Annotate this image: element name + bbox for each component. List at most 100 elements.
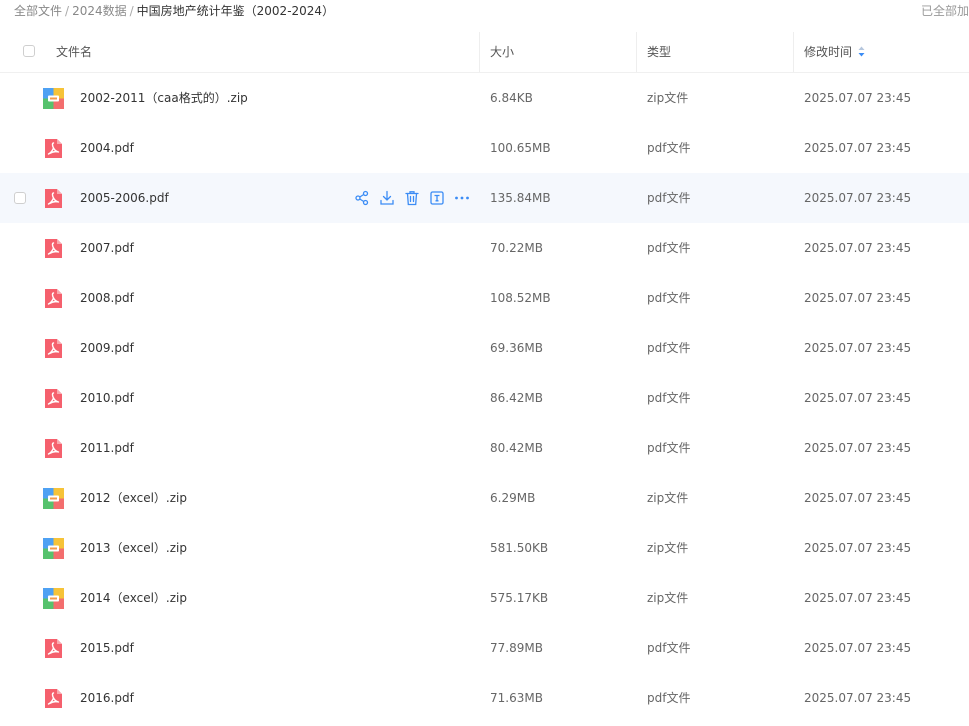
file-size: 575.17KB (490, 591, 549, 605)
file-modified-time: 2025.07.07 23:45 (804, 541, 912, 555)
column-divider (793, 32, 794, 72)
file-list: 2002-2011（caa格式的）.zip 6.84KB zip文件 2025.07.… (0, 73, 969, 723)
zip-file-icon (43, 488, 64, 509)
pdf-file-icon (43, 638, 64, 659)
file-type: zip文件 (647, 491, 689, 505)
zip-file-icon (43, 88, 64, 109)
file-name[interactable]: 2009.pdf (80, 323, 134, 373)
pdf-file-icon (43, 238, 64, 259)
file-name[interactable]: 2015.pdf (80, 623, 134, 673)
file-modified-time: 2025.07.07 23:45 (804, 241, 912, 255)
file-modified-time: 2025.07.07 23:45 (804, 341, 912, 355)
file-type: zip文件 (647, 91, 689, 105)
file-size: 6.84KB (490, 91, 533, 105)
file-name[interactable]: 2007.pdf (80, 223, 134, 273)
pdf-file-icon (43, 388, 64, 409)
pdf-file-icon (43, 288, 64, 309)
file-modified-time: 2025.07.07 23:45 (804, 641, 912, 655)
file-type: pdf文件 (647, 441, 691, 455)
breadcrumb-current-folder: 中国房地产统计年鉴（2002-2024） (136, 4, 335, 18)
file-name[interactable]: 2010.pdf (80, 373, 134, 423)
column-header-type[interactable]: 类型 (647, 32, 671, 72)
file-size: 6.29MB (490, 491, 536, 505)
file-size: 70.22MB (490, 241, 543, 255)
load-status-text: 已全部加 (920, 4, 969, 18)
file-size: 135.84MB (490, 191, 551, 205)
select-all-checkbox[interactable] (23, 45, 35, 57)
file-modified-time: 2025.07.07 23:45 (804, 141, 912, 155)
file-type: pdf文件 (647, 141, 691, 155)
column-header-modified-label: 修改时间 (804, 45, 853, 59)
file-size: 108.52MB (490, 291, 551, 305)
file-table: 文件名 大小 类型 修改时间 2002-2011（caa格式的）.zip 6.84… (0, 32, 969, 723)
table-row[interactable]: 2010.pdf 86.42MB pdf文件 2025.07.07 23:45 (0, 373, 969, 423)
pdf-file-icon (43, 438, 64, 459)
file-name[interactable]: 2013（excel）.zip (80, 523, 187, 573)
column-header-modified[interactable]: 修改时间 (804, 32, 865, 72)
column-divider (479, 32, 480, 72)
table-row[interactable]: 2016.pdf 71.63MB pdf文件 2025.07.07 23:45 (0, 673, 969, 723)
breadcrumb-separator: / (129, 4, 134, 18)
row-checkbox[interactable] (14, 192, 26, 204)
zip-file-icon (43, 538, 64, 559)
file-type: pdf文件 (647, 391, 691, 405)
file-size: 100.65MB (490, 141, 551, 155)
column-header-name[interactable]: 文件名 (56, 32, 92, 72)
file-name[interactable]: 2002-2011（caa格式的）.zip (80, 73, 248, 123)
more-icon[interactable] (453, 189, 471, 207)
file-type: zip文件 (647, 541, 689, 555)
file-type: pdf文件 (647, 641, 691, 655)
breadcrumb-2024-data[interactable]: 2024数据 (72, 4, 127, 18)
breadcrumb-separator: / (65, 4, 70, 18)
share-icon[interactable] (353, 189, 371, 207)
file-name[interactable]: 2014（excel）.zip (80, 573, 187, 623)
file-name[interactable]: 2008.pdf (80, 273, 134, 323)
pdf-file-icon (43, 188, 64, 209)
table-row[interactable]: 2007.pdf 70.22MB pdf文件 2025.07.07 23:45 (0, 223, 969, 273)
table-row[interactable]: 2009.pdf 69.36MB pdf文件 2025.07.07 23:45 (0, 323, 969, 373)
file-type: pdf文件 (647, 191, 691, 205)
zip-file-icon (43, 588, 64, 609)
file-modified-time: 2025.07.07 23:45 (804, 691, 912, 705)
file-type: pdf文件 (647, 691, 691, 705)
file-name[interactable]: 2012（excel）.zip (80, 473, 187, 523)
table-row[interactable]: 2011.pdf 80.42MB pdf文件 2025.07.07 23:45 (0, 423, 969, 473)
column-divider (636, 32, 637, 72)
file-modified-time: 2025.07.07 23:45 (804, 191, 912, 205)
file-modified-time: 2025.07.07 23:45 (804, 291, 912, 305)
pdf-file-icon (43, 138, 64, 159)
file-type: pdf文件 (647, 241, 691, 255)
file-modified-time: 2025.07.07 23:45 (804, 391, 912, 405)
file-modified-time: 2025.07.07 23:45 (804, 591, 912, 605)
table-header: 文件名 大小 类型 修改时间 (0, 32, 969, 73)
table-row[interactable]: 2008.pdf 108.52MB pdf文件 2025.07.07 23:45 (0, 273, 969, 323)
table-row[interactable]: 2014（excel）.zip 575.17KB zip文件 2025.07.07 2… (0, 573, 969, 623)
file-size: 71.63MB (490, 691, 543, 705)
table-row[interactable]: 2005-2006.pdf 135.84MB pdf文件 2025.07.07 23:… (0, 173, 969, 223)
file-name[interactable]: 2005-2006.pdf (80, 173, 169, 223)
breadcrumb-all-files[interactable]: 全部文件 (14, 4, 62, 18)
file-type: pdf文件 (647, 291, 691, 305)
file-size: 86.42MB (490, 391, 543, 405)
table-row[interactable]: 2004.pdf 100.65MB pdf文件 2025.07.07 23:45 (0, 123, 969, 173)
rename-icon[interactable] (428, 189, 446, 207)
column-header-size[interactable]: 大小 (490, 32, 514, 72)
file-modified-time: 2025.07.07 23:45 (804, 91, 912, 105)
table-row[interactable]: 2015.pdf 77.89MB pdf文件 2025.07.07 23:45 (0, 623, 969, 673)
table-row[interactable]: 2013（excel）.zip 581.50KB zip文件 2025.07.07 2… (0, 523, 969, 573)
file-modified-time: 2025.07.07 23:45 (804, 441, 912, 455)
pdf-file-icon (43, 688, 64, 709)
file-name[interactable]: 2011.pdf (80, 423, 134, 473)
file-name[interactable]: 2004.pdf (80, 123, 134, 173)
breadcrumb: 全部文件/2024数据 / 中国房地产统计年鉴（2002-2024） (14, 0, 334, 22)
table-row[interactable]: 2012（excel）.zip 6.29MB zip文件 2025.07.07 23:… (0, 473, 969, 523)
download-icon[interactable] (378, 189, 396, 207)
file-modified-time: 2025.07.07 23:45 (804, 491, 912, 505)
file-size: 69.36MB (490, 341, 543, 355)
file-type: zip文件 (647, 591, 689, 605)
trash-icon[interactable] (403, 189, 421, 207)
sort-icon[interactable] (858, 33, 865, 73)
file-name[interactable]: 2016.pdf (80, 673, 134, 723)
file-type: pdf文件 (647, 341, 691, 355)
table-row[interactable]: 2002-2011（caa格式的）.zip 6.84KB zip文件 2025.07.… (0, 73, 969, 123)
